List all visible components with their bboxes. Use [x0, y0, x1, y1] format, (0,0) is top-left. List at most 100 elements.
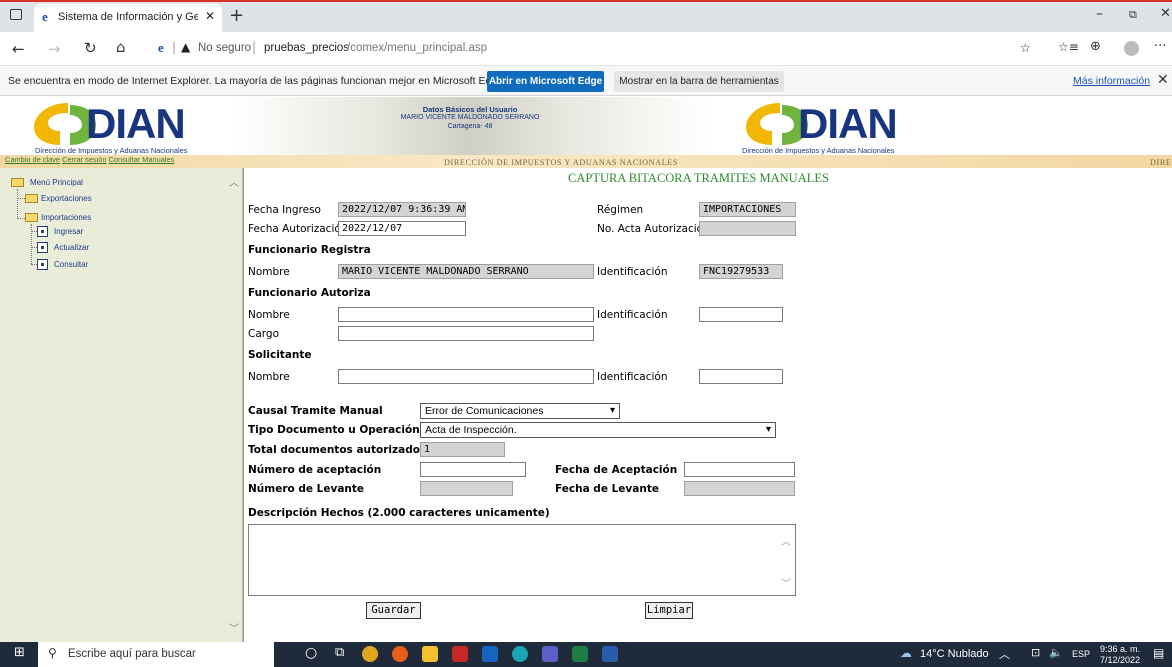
minimize-icon[interactable]: –: [1096, 6, 1103, 22]
tipo-documento-select[interactable]: Acta de Inspección. ▾: [420, 422, 776, 438]
profile-avatar[interactable]: [1124, 41, 1139, 56]
user-title: Datos Básicos del Usuario: [422, 105, 518, 114]
dian-logo-right-text: DIAN: [798, 100, 898, 147]
new-tab-button[interactable]: +: [229, 5, 244, 26]
edge-icon[interactable]: [512, 646, 528, 662]
favorite-add-icon[interactable]: ☆: [1020, 41, 1031, 55]
teams-icon[interactable]: [542, 646, 558, 662]
folder-open-icon: [11, 178, 24, 187]
tab-actions-icon[interactable]: [10, 9, 22, 20]
registra-id-field[interactable]: FNC19279533: [699, 264, 783, 279]
warning-icon[interactable]: ▲: [181, 40, 190, 54]
chevron-down-icon: ▾: [609, 405, 615, 416]
autoriza-nombre-field[interactable]: [338, 307, 594, 322]
restore-icon[interactable]: ⧉: [1129, 8, 1137, 22]
browser-tab[interactable]: e Sistema de Información y Gestió ✕: [34, 4, 222, 32]
excel-icon[interactable]: [572, 646, 588, 662]
textarea-scroll-down-icon[interactable]: ﹀: [781, 575, 791, 590]
forward-icon[interactable]: →: [48, 40, 61, 58]
menu-principal[interactable]: Menú Principal: [30, 178, 83, 187]
collections-icon[interactable]: ⊕: [1090, 39, 1101, 54]
scroll-down-icon[interactable]: ﹀: [229, 620, 239, 635]
sidebar-item-actualizar[interactable]: Actualizar: [54, 243, 89, 252]
descripcion-textarea[interactable]: ︿ ﹀: [248, 524, 796, 596]
cargo-field[interactable]: [338, 326, 594, 341]
sidebar-item-ingresar[interactable]: Ingresar: [54, 227, 83, 236]
regimen-field[interactable]: IMPORTACIONES: [699, 202, 796, 217]
firefox-icon[interactable]: [392, 646, 408, 662]
solicitante-id-label: Identificación: [597, 371, 668, 383]
scroll-up-icon[interactable]: ︿: [229, 174, 239, 189]
language-label[interactable]: ESP: [1072, 649, 1090, 659]
total-documentos-field[interactable]: 1: [420, 442, 505, 457]
registra-nombre-field[interactable]: MARIO VICENTE MALDONADO SERRANO: [338, 264, 594, 279]
task-view-icon[interactable]: ⧉: [335, 645, 344, 660]
favorites-icon[interactable]: ☆≡: [1058, 40, 1079, 54]
volume-icon[interactable]: 🔈: [1049, 646, 1063, 659]
causal-label: Causal Tramite Manual: [248, 405, 383, 417]
chrome-icon[interactable]: [362, 646, 378, 662]
link-cerrar-sesion[interactable]: Cerrar sesión: [62, 155, 106, 164]
security-label[interactable]: No seguro: [198, 42, 251, 54]
url-path: /comex/menu_principal.asp: [347, 42, 487, 54]
limpiar-button[interactable]: Limpiar: [645, 602, 693, 619]
weather-text[interactable]: 14°C Nublado: [920, 648, 989, 660]
sidebar-item-importaciones[interactable]: Importaciones: [41, 213, 91, 222]
autoriza-id-field[interactable]: [699, 307, 783, 322]
registra-id-label: Identificación: [597, 266, 668, 278]
regimen-label: Régimen: [597, 204, 644, 216]
word-icon[interactable]: [602, 646, 618, 662]
solicitante-heading: Solicitante: [248, 349, 312, 361]
file-explorer-icon[interactable]: [422, 646, 438, 662]
banner-caption-cut: DIRE: [1150, 158, 1172, 167]
fecha-autorizacion-label: Fecha Autorización: [248, 223, 348, 235]
close-window-icon[interactable]: ✕: [1160, 6, 1171, 21]
total-documentos-label: Total documentos autorizados: [248, 444, 427, 456]
textarea-scroll-up-icon[interactable]: ︿: [781, 533, 791, 548]
numero-levante-field[interactable]: [420, 481, 513, 496]
notifications-icon[interactable]: ▤: [1153, 646, 1164, 660]
autoriza-nombre-label: Nombre: [248, 309, 290, 321]
solicitante-nombre-field[interactable]: [338, 369, 594, 384]
page-title: CAPTURA BITACORA TRAMITES MANUALES: [568, 171, 829, 185]
user-location: Cartagena- 48: [447, 123, 493, 130]
cortana-icon[interactable]: ○: [305, 645, 317, 661]
sidebar-item-exportaciones[interactable]: Exportaciones: [41, 194, 92, 203]
more-info-link[interactable]: Más información: [1073, 75, 1150, 87]
acrobat-icon[interactable]: [452, 646, 468, 662]
open-in-edge-button[interactable]: Abrir en Microsoft Edge: [487, 71, 604, 92]
sidebar-item-consultar[interactable]: Consultar: [54, 260, 88, 269]
fecha-ingreso-field[interactable]: 2022/12/07 9:36:39 AM: [338, 202, 466, 217]
windows-start-icon[interactable]: ⊞: [14, 645, 25, 660]
more-menu-icon[interactable]: ···: [1154, 39, 1166, 54]
solicitante-nombre-label: Nombre: [248, 371, 290, 383]
clock-date[interactable]: 7/12/2022: [1100, 655, 1140, 665]
guardar-button[interactable]: Guardar: [366, 602, 421, 619]
refresh-icon[interactable]: ↻: [84, 39, 97, 57]
show-in-toolbar-button[interactable]: Mostrar en la barra de herramientas: [614, 71, 784, 92]
solicitante-id-field[interactable]: [699, 369, 783, 384]
home-icon[interactable]: ⌂: [116, 38, 126, 56]
document-icon: [37, 259, 48, 270]
acta-autorizacion-field[interactable]: [699, 221, 796, 236]
fecha-aceptacion-field[interactable]: [684, 462, 795, 477]
tray-chevron-icon[interactable]: ︿: [999, 646, 1010, 662]
url-field[interactable]: e | ▲ No seguro | pruebas_precios /comex…: [148, 37, 1038, 61]
taskbar-search[interactable]: ⚲ Escribe aquí para buscar: [38, 642, 274, 667]
network-icon[interactable]: ⊡: [1031, 646, 1040, 659]
header-links: Cambio de clave Cerrar sesión Consultar …: [5, 155, 174, 164]
close-infobar-icon[interactable]: ✕: [1157, 72, 1169, 88]
tipo-documento-label: Tipo Documento u Operación: [248, 424, 420, 436]
fecha-autorizacion-field[interactable]: 2022/12/07: [338, 221, 466, 236]
causal-select[interactable]: Error de Comunicaciones ▾: [420, 403, 620, 419]
link-consultar-manuales[interactable]: Consultar Manuales: [109, 155, 175, 164]
back-icon[interactable]: ←: [12, 40, 25, 58]
outlook-icon[interactable]: [482, 646, 498, 662]
clock-time[interactable]: 9:36 a. m.: [1100, 644, 1140, 654]
tab-close-icon[interactable]: ✕: [205, 9, 215, 23]
fecha-levante-field[interactable]: [684, 481, 795, 496]
sidebar-scrollbar[interactable]: ︿ ﹀: [226, 168, 242, 642]
numero-aceptacion-field[interactable]: [420, 462, 526, 477]
link-cambio-clave[interactable]: Cambio de clave: [5, 155, 60, 164]
ie-mode-icon[interactable]: e: [158, 40, 164, 56]
